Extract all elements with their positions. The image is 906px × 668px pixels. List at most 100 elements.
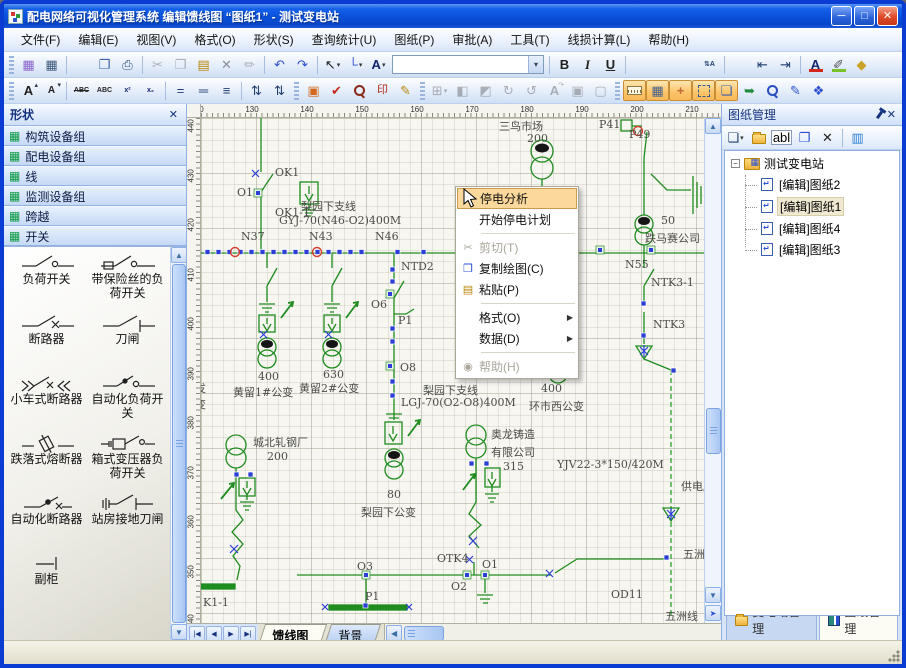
shape-group-6[interactable]: ▦开关 <box>4 226 186 246</box>
shapes-scrollbar[interactable]: ▲ ▼ <box>170 247 186 640</box>
zoom-pan-icon[interactable] <box>761 80 784 101</box>
collapse-icon[interactable]: − <box>731 159 740 168</box>
scrollbar-thumb[interactable] <box>172 264 186 623</box>
line-color-icon[interactable]: ✐ <box>827 54 850 75</box>
tree-page-label[interactable]: [编辑]图纸1 <box>777 197 844 216</box>
paste-icon[interactable]: ▤ <box>192 54 215 75</box>
pointer-tool-icon[interactable]: ↖▾ <box>321 54 344 75</box>
connector-tool-icon[interactable]: └▾ <box>344 54 367 75</box>
scroll-down-icon[interactable]: ▼ <box>171 624 186 640</box>
scroll-down-icon[interactable]: ▼ <box>705 587 721 603</box>
tree-page-item[interactable]: [编辑]图纸3 <box>759 239 899 260</box>
font-combo[interactable]: ▾ <box>392 55 544 74</box>
audit-check-icon[interactable]: ✔ <box>325 80 348 101</box>
menu-item[interactable]: 线损计算(L) <box>559 28 640 51</box>
rename-page-icon[interactable]: abl <box>770 127 793 148</box>
grid-toggle-icon[interactable]: ▦ <box>646 80 669 101</box>
shape-load-switch[interactable]: 负荷开关 <box>6 251 87 311</box>
shape-aux-cabinet[interactable]: 副柜 <box>6 551 87 611</box>
menu-item[interactable]: 图纸(P) <box>385 28 443 51</box>
guides-toggle-icon[interactable]: + <box>669 80 692 101</box>
chevron-down-icon[interactable]: ▾ <box>528 56 543 73</box>
tree-page-label[interactable]: [编辑]图纸4 <box>777 220 842 237</box>
scroll-up-icon[interactable]: ▲ <box>171 247 186 263</box>
copy-page-icon[interactable]: ❐ <box>793 127 816 148</box>
page-preview-icon[interactable]: ❐ <box>93 54 116 75</box>
menu-item[interactable]: 视图(V) <box>127 28 185 51</box>
shape-box-transformer-switch[interactable]: 箱式变压器负荷开关 <box>87 431 168 491</box>
menu-item[interactable]: 格式(O) <box>185 28 244 51</box>
close-icon[interactable]: ✕ <box>887 108 896 121</box>
save-icon[interactable] <box>70 54 93 75</box>
close-button[interactable]: ✕ <box>877 6 898 26</box>
superscript-icon[interactable]: x² <box>116 80 139 101</box>
line-spacing-15-icon[interactable]: ═ <box>192 80 215 101</box>
stamp-icon[interactable]: 印 <box>371 80 394 101</box>
align-center-icon[interactable] <box>652 54 675 75</box>
font-color-icon[interactable]: A <box>804 54 827 75</box>
italic-icon[interactable]: I <box>576 54 599 75</box>
tree-page-item[interactable]: [编辑]图纸1 <box>759 195 899 218</box>
send-drawing-icon[interactable]: ▥ <box>846 127 869 148</box>
scrollbar-thumb[interactable] <box>706 408 721 454</box>
fill-color-icon[interactable]: ◆ <box>850 54 873 75</box>
search-drawing-icon[interactable] <box>348 80 371 101</box>
menu-item[interactable]: 工具(T) <box>501 28 558 51</box>
shape-station-ground-knife[interactable]: 站房接地刀闸 <box>87 491 168 551</box>
scrollbar-thumb[interactable] <box>404 626 444 641</box>
shape-fuse-load-switch[interactable]: 带保险丝的负荷开关 <box>87 251 168 311</box>
new-page-icon[interactable]: ❏▾ <box>724 127 747 148</box>
menu-item[interactable]: 帮助(H) <box>639 28 698 51</box>
indent-icon[interactable]: ⇥ <box>774 54 797 75</box>
properties-icon[interactable]: ✎ <box>784 80 807 101</box>
menu-item[interactable]: 形状(S) <box>245 28 303 51</box>
pin-icon[interactable] <box>876 110 883 118</box>
context-menu-item[interactable]: 数据(D)▶ <box>457 328 577 349</box>
scroll-up-icon[interactable]: ▲ <box>705 118 721 134</box>
spellname-icon[interactable]: ABC <box>93 80 116 101</box>
shape-auto-load-switch[interactable]: 自动化负荷开关 <box>87 371 168 431</box>
canvas-vertical-scrollbar[interactable]: ▲ ▼ ➤ <box>704 118 721 623</box>
menu-item[interactable]: 审批(A) <box>443 28 501 51</box>
shape-group-3[interactable]: ▦线 <box>4 166 186 186</box>
edit-note-icon[interactable]: ✎ <box>394 80 417 101</box>
shape-trolley-breaker[interactable]: 小车式断路器 <box>6 371 87 431</box>
underline-icon[interactable]: U <box>599 54 622 75</box>
ruler-toggle-icon[interactable] <box>623 80 646 101</box>
delete-page-icon[interactable]: ✕ <box>816 127 839 148</box>
strikethrough-icon[interactable]: ABC <box>70 80 93 101</box>
line-spacing-1-icon[interactable]: = <box>169 80 192 101</box>
data-manager-icon[interactable]: ▦ <box>40 54 63 75</box>
vertical-text-icon[interactable]: ⇅A <box>698 54 721 75</box>
grow-font-icon[interactable]: A▴ <box>17 80 40 101</box>
context-menu-item[interactable]: ▤粘贴(P) <box>457 279 577 300</box>
exit-edit-icon[interactable]: ➥ <box>738 80 761 101</box>
insert-model-icon[interactable]: ▦ <box>17 54 40 75</box>
shrink-font-icon[interactable]: A▾ <box>40 80 63 101</box>
move-shape-icon[interactable]: ❖ <box>807 80 830 101</box>
close-icon[interactable]: ✕ <box>167 108 180 121</box>
menu-item[interactable]: 查询统计(U) <box>303 28 386 51</box>
scroll-left-icon[interactable]: ◀ <box>386 625 402 641</box>
shape-breaker[interactable]: 断路器 <box>6 311 87 371</box>
align-right-icon[interactable] <box>675 54 698 75</box>
resize-grip[interactable] <box>888 650 900 662</box>
tree-page-label[interactable]: [编辑]图纸2 <box>777 176 842 193</box>
shape-knife-switch[interactable]: 刀闸 <box>87 311 168 371</box>
undo-icon[interactable]: ↶ <box>268 54 291 75</box>
drawing-page-icon[interactable]: ❏ <box>715 80 738 101</box>
tree-page-item[interactable]: [编辑]图纸4 <box>759 218 899 239</box>
menu-item[interactable]: 编辑(E) <box>69 28 127 51</box>
tree-page-item[interactable]: [编辑]图纸2 <box>759 174 899 195</box>
connection-points-toggle-icon[interactable] <box>692 80 715 101</box>
device-view-icon[interactable]: ▣ <box>302 80 325 101</box>
line-spacing-2-icon[interactable]: ≡ <box>215 80 238 101</box>
tree-root-label[interactable]: 测试变电站 <box>764 155 824 172</box>
print-icon[interactable]: ⎙ <box>116 54 139 75</box>
minimize-button[interactable]: ─ <box>831 6 852 26</box>
subscript-icon[interactable]: x₂ <box>139 80 162 101</box>
shape-dropout-fuse[interactable]: 跌落式熔断器 <box>6 431 87 491</box>
context-menu-item[interactable]: ❐复制绘图(C) <box>457 258 577 279</box>
space-before-icon[interactable]: ⇅ <box>245 80 268 101</box>
context-menu-item[interactable]: 格式(O)▶ <box>457 307 577 328</box>
